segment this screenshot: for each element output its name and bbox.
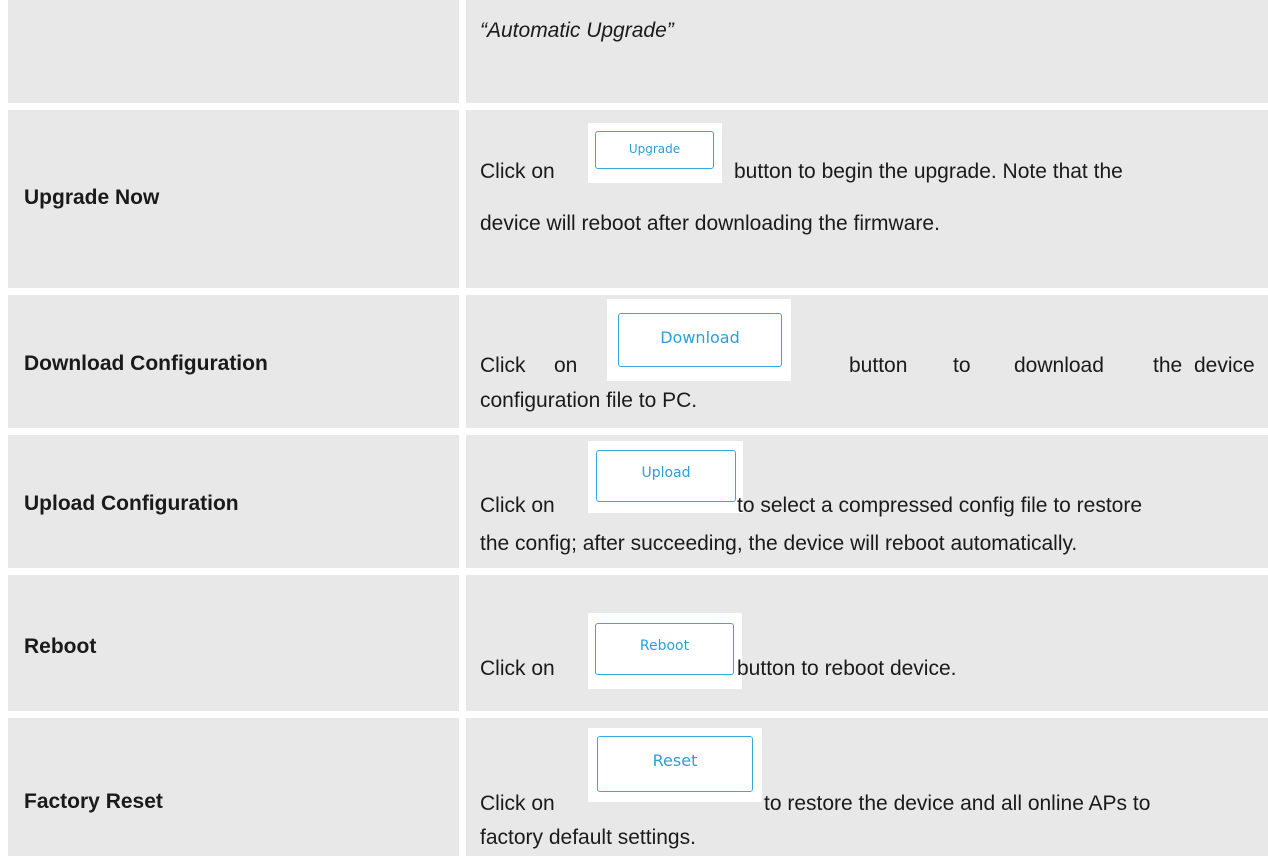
upload-button-image: Upload	[588, 441, 743, 513]
desc-cell-upgrade-now: Click on Upgrade button to begin the upg…	[466, 110, 1268, 288]
automatic-upgrade-text: “Automatic Upgrade”	[480, 19, 674, 42]
upgrade-now-label: Upgrade Now	[24, 186, 160, 209]
upload-desc-pre: Click on	[480, 494, 555, 517]
desc-cell-upload-configuration: Click on Upload to select a compressed c…	[466, 435, 1268, 568]
desc-cell-reboot: Click on Reboot button to reboot device.	[466, 575, 1268, 711]
upload-desc-post: to select a compressed config file to re…	[737, 494, 1143, 517]
settings-table: “Automatic Upgrade” Upgrade Now Click on…	[0, 0, 1268, 856]
label-cell-reboot: Reboot	[8, 575, 459, 711]
download-desc-word-download: download	[1014, 354, 1104, 377]
download-desc-word-the: the	[1153, 354, 1183, 377]
upgrade-desc-post: button to begin the upgrade. Note that t…	[734, 160, 1123, 183]
upload-desc-line2: the config; after succeeding, the device…	[480, 532, 1078, 555]
download-desc-click: Click	[480, 354, 526, 377]
label-cell-factory-reset: Factory Reset	[8, 718, 459, 856]
factory-reset-label: Factory Reset	[24, 790, 163, 813]
download-desc-on: on	[554, 354, 578, 377]
upgrade-button-image: Upgrade	[588, 123, 722, 183]
desc-cell-factory-reset: Click on Reset to restore the device and…	[466, 718, 1268, 856]
upload-configuration-label: Upload Configuration	[24, 492, 239, 515]
label-cell-upgrade-now: Upgrade Now	[8, 110, 459, 288]
download-button-image: Download	[607, 299, 791, 381]
download-configuration-label: Download Configuration	[24, 352, 268, 375]
reboot-label: Reboot	[24, 635, 97, 658]
reboot-desc-pre: Click on	[480, 657, 555, 680]
upgrade-button[interactable]: Upgrade	[595, 131, 714, 169]
reset-button-image: Reset	[588, 728, 762, 802]
desc-cell-automatic-upgrade: “Automatic Upgrade”	[466, 0, 1268, 103]
download-button[interactable]: Download	[618, 313, 782, 367]
label-cell-upload-configuration: Upload Configuration	[8, 435, 459, 568]
label-cell-automatic-upgrade	[8, 0, 459, 103]
upgrade-desc-pre: Click on	[480, 160, 555, 183]
download-desc-word-to: to	[953, 354, 971, 377]
download-desc-word-device: device	[1194, 354, 1255, 377]
factory-reset-desc-pre: Click on	[480, 792, 555, 815]
download-desc-word-button: button	[849, 354, 908, 377]
label-cell-download-configuration: Download Configuration	[8, 295, 459, 428]
download-desc-line2: configuration file to PC.	[480, 389, 698, 412]
factory-reset-desc-line2: factory default settings.	[480, 826, 696, 849]
reboot-button-image: Reboot	[588, 613, 742, 689]
desc-cell-download-configuration: Click on Download button to download the…	[466, 295, 1268, 428]
upgrade-desc-line2: device will reboot after downloading the…	[480, 212, 940, 235]
factory-reset-desc-post: to restore the device and all online APs…	[764, 792, 1151, 815]
reboot-button[interactable]: Reboot	[595, 623, 734, 675]
upload-button[interactable]: Upload	[596, 450, 736, 502]
reboot-desc-post: button to reboot device.	[737, 657, 957, 680]
reset-button[interactable]: Reset	[597, 736, 753, 792]
